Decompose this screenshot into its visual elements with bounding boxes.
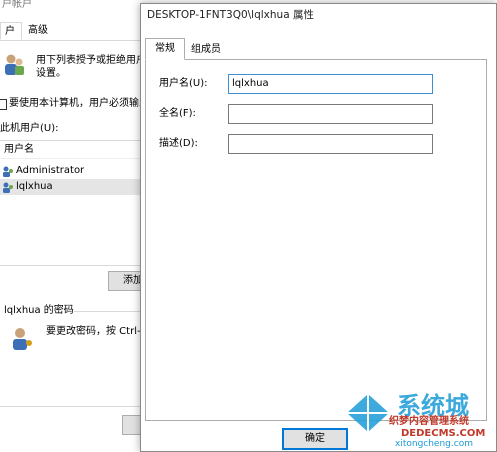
require-password-checkbox[interactable] [0,99,7,110]
users-list[interactable]: 用户名 Administrator lqlxhua [0,140,160,266]
user-icon [3,166,13,177]
description-label: 描述(D): [159,138,198,149]
user-name: Administrator [16,165,85,176]
password-group-label: lqlxhua 的密码 [4,305,74,316]
dialog-title: DESKTOP-1FNT3Q0\lqlxhua 属性 [147,9,314,21]
user-icon [3,182,13,193]
intro-text-line2: 设置。 [36,68,66,79]
fullname-label: 全名(F): [159,108,196,119]
list-item[interactable]: Administrator [0,163,160,179]
require-password-label: 要使用本计算机，用户必须输入 [9,98,149,109]
watermark-line1: 织梦内容管理系统 [389,416,469,427]
users-icon [5,54,24,75]
tab-strip: 户 高级 [0,20,160,41]
bottom-divider [0,406,160,407]
general-panel: 用户名(U): lqlxhua 全名(F): 描述(D): [145,59,487,421]
window-title: 户帐户 [0,0,160,14]
tab-member-of[interactable]: 组成员 [185,40,227,60]
tab-advanced[interactable]: 高级 [24,22,58,40]
username-field[interactable]: lqlxhua [228,74,433,94]
fullname-field[interactable] [228,104,433,124]
users-list-label: 此机用户(U): [0,123,59,134]
ok-button[interactable]: 确定 [282,428,348,450]
windows-logo-icon [347,394,389,432]
watermark: 系统城 织梦内容管理系统 DEDECMS.COM xitongcheng.com [345,392,497,452]
user-accounts-window: 户帐户 户 高级 用下列表授予或拒绝用户 设置。 要使用本计算机，用户必须输入 … [0,0,160,452]
column-header-username[interactable]: 用户名 [0,141,160,159]
intro-text-line1: 用下列表授予或拒绝用户 [36,55,146,66]
tab-general[interactable]: 常规 [145,38,185,60]
dialog-tab-strip: 常规 组成员 [145,38,485,60]
user-name: lqlxhua [16,181,53,192]
tab-users[interactable]: 户 [0,22,22,40]
description-field[interactable] [228,134,433,154]
user-key-icon [13,328,32,350]
username-label: 用户名(U): [159,78,208,89]
watermark-domain2: xitongcheng.com [395,439,473,449]
list-item-selected[interactable]: lqlxhua [0,179,160,195]
user-properties-dialog: DESKTOP-1FNT3Q0\lqlxhua 属性 常规 组成员 用户名(U)… [140,3,497,452]
